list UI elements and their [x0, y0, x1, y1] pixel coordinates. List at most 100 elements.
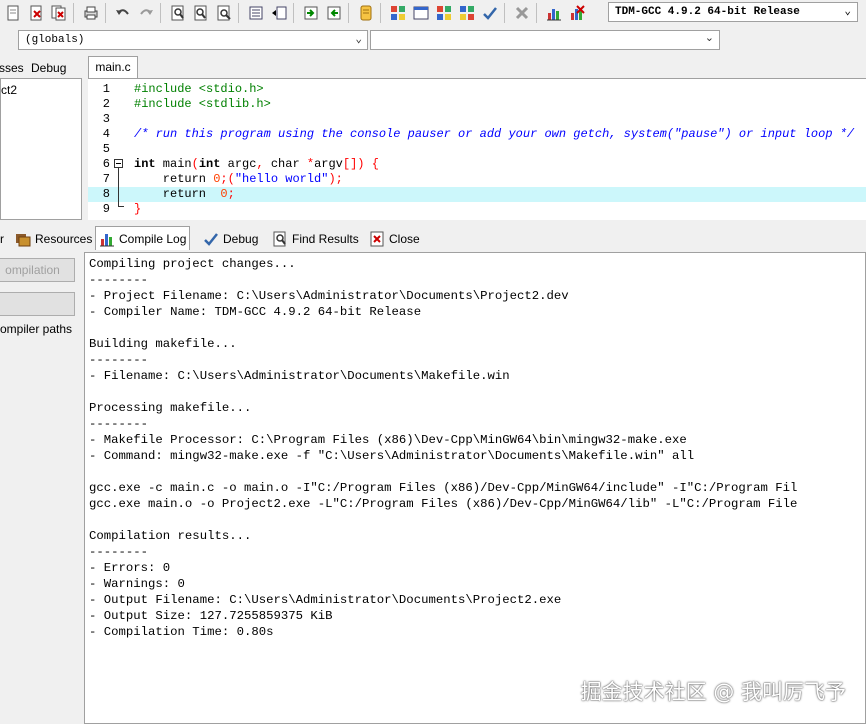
close-icon — [370, 231, 384, 247]
tab-label: Resources — [35, 232, 93, 246]
toolbar-separator — [105, 3, 106, 23]
compiler-select-value: TDM-GCC 4.9.2 64-bit Release — [615, 6, 800, 18]
unindent-icon[interactable] — [269, 3, 289, 23]
code-line-current: 8 return 0; — [88, 187, 866, 202]
tab-label: Debug — [223, 232, 259, 246]
members-select[interactable]: ⌄ — [370, 30, 720, 50]
chevron-down-icon: ⌄ — [704, 32, 714, 44]
bottom-panel-tabs: r Resources Compile Log Debug Find Resul… — [0, 226, 866, 250]
code-text: return 0; — [134, 187, 235, 201]
chevron-down-icon: ⌄ — [355, 34, 362, 46]
tab-compile-log[interactable]: Compile Log — [95, 226, 191, 250]
close-file-icon[interactable] — [26, 3, 46, 23]
toolbar-separator — [536, 3, 537, 23]
code-line: 9 } — [88, 202, 866, 217]
code-text: #include <stdio.h> — [134, 82, 264, 96]
code-text: } — [134, 202, 142, 216]
compile-log-icon — [100, 233, 114, 246]
find-icon[interactable] — [168, 3, 188, 23]
tab-find-results[interactable]: Find Results — [269, 228, 362, 250]
replace-icon[interactable] — [191, 3, 211, 23]
compiler-options-panel: ompilation ompiler paths — [0, 250, 84, 724]
line-number: 8 — [102, 187, 110, 201]
code-line: 5 — [88, 142, 866, 157]
code-text: return 0;("hello world"); — [134, 172, 343, 186]
line-number: 6 — [102, 157, 110, 171]
fold-toggle-icon[interactable] — [114, 159, 123, 168]
line-number: 5 — [102, 142, 110, 156]
toolbar-separator — [293, 3, 294, 23]
line-number: 3 — [102, 112, 110, 126]
line-number: 1 — [102, 82, 110, 96]
resources-icon — [16, 234, 31, 247]
code-text: int main(int argc, char *argv[]) { — [134, 157, 379, 171]
profile-icon[interactable] — [544, 3, 564, 23]
toolbar-separator — [73, 3, 74, 23]
code-line: 2 #include <stdlib.h> — [88, 97, 866, 112]
line-number: 7 — [102, 172, 110, 186]
toolbar-separator — [348, 3, 349, 23]
goto-line-icon[interactable] — [301, 3, 321, 23]
toolbar-separator — [504, 3, 505, 23]
toolbar-separator — [238, 3, 239, 23]
tab-close[interactable]: Close — [366, 228, 423, 250]
code-text: #include <stdlib.h> — [134, 97, 271, 111]
code-text: /* run this program using the console pa… — [134, 127, 855, 141]
tab-resources[interactable]: Resources — [12, 228, 95, 250]
bookmark-icon[interactable] — [356, 3, 376, 23]
code-line: 4 /* run this program using the console … — [88, 127, 866, 142]
indent-icon[interactable] — [246, 3, 266, 23]
tab-label: r — [0, 232, 4, 246]
run-icon[interactable] — [411, 3, 431, 23]
tab-label: Compile Log — [119, 231, 187, 246]
undo-icon[interactable] — [113, 3, 133, 23]
syntax-check-icon[interactable] — [480, 3, 500, 23]
compile-run-icon[interactable] — [434, 3, 454, 23]
code-editor[interactable]: 1 #include <stdio.h> 2 #include <stdlib.… — [88, 78, 866, 220]
left-panel-tabs: sses Debug — [0, 58, 82, 78]
tab-debug-bottom[interactable]: Debug — [200, 228, 261, 250]
goto-function-icon[interactable] — [324, 3, 344, 23]
tab-classes[interactable]: sses — [0, 58, 24, 78]
compile-log-output[interactable]: Compiling project changes... -------- - … — [84, 252, 866, 724]
rebuild-icon[interactable] — [457, 3, 477, 23]
fold-guide — [118, 168, 119, 206]
code-line: 3 — [88, 112, 866, 127]
stop-icon[interactable] — [512, 3, 532, 23]
main-toolbar: TDM-GCC 4.9.2 64-bit Release ⌄ — [0, 0, 866, 27]
find-results-icon — [273, 231, 286, 247]
watermark: 掘金技术社区 @ 我叫厉飞予 — [580, 680, 846, 704]
line-number: 4 — [102, 127, 110, 141]
code-line: 6 int main(int argc, char *argv[]) { — [88, 157, 866, 172]
compile-icon[interactable] — [388, 3, 408, 23]
tab-main-c[interactable]: main.c — [88, 56, 138, 78]
abort-compilation-button[interactable]: ompilation — [0, 258, 75, 282]
project-item[interactable]: ct2 — [1, 83, 17, 97]
line-number: 2 — [102, 97, 110, 111]
shorten-paths-button[interactable] — [0, 292, 75, 316]
code-line: 7 return 0;("hello world"); — [88, 172, 866, 187]
code-line: 1 #include <stdio.h> — [88, 82, 866, 97]
globals-select-value: (globals) — [25, 34, 85, 46]
delete-profile-icon[interactable] — [567, 3, 587, 23]
compiler-select[interactable]: TDM-GCC 4.9.2 64-bit Release ⌄ — [608, 2, 858, 22]
tab-label: Find Results — [292, 232, 359, 246]
find-next-icon[interactable] — [214, 3, 234, 23]
compiler-paths-option[interactable]: ompiler paths — [0, 322, 72, 336]
toolbar-separator — [380, 3, 381, 23]
print-icon[interactable] — [81, 3, 101, 23]
compile-log-text: Compiling project changes... -------- - … — [89, 257, 798, 639]
fold-guide-end — [118, 206, 124, 207]
redo-icon[interactable] — [136, 3, 156, 23]
line-number: 9 — [102, 202, 110, 216]
toolbar-separator — [160, 3, 161, 23]
tab-compiler[interactable]: r — [0, 228, 7, 250]
close-all-icon[interactable] — [49, 3, 69, 23]
class-browser-bar: (globals) ⌄ ⌄ — [0, 26, 866, 54]
new-file-icon[interactable] — [3, 3, 23, 23]
tab-label: Close — [389, 232, 420, 246]
project-tree: ct2 — [0, 78, 82, 220]
globals-select[interactable]: (globals) ⌄ — [18, 30, 368, 50]
chevron-down-icon: ⌄ — [844, 6, 851, 18]
tab-debug[interactable]: Debug — [31, 58, 66, 78]
